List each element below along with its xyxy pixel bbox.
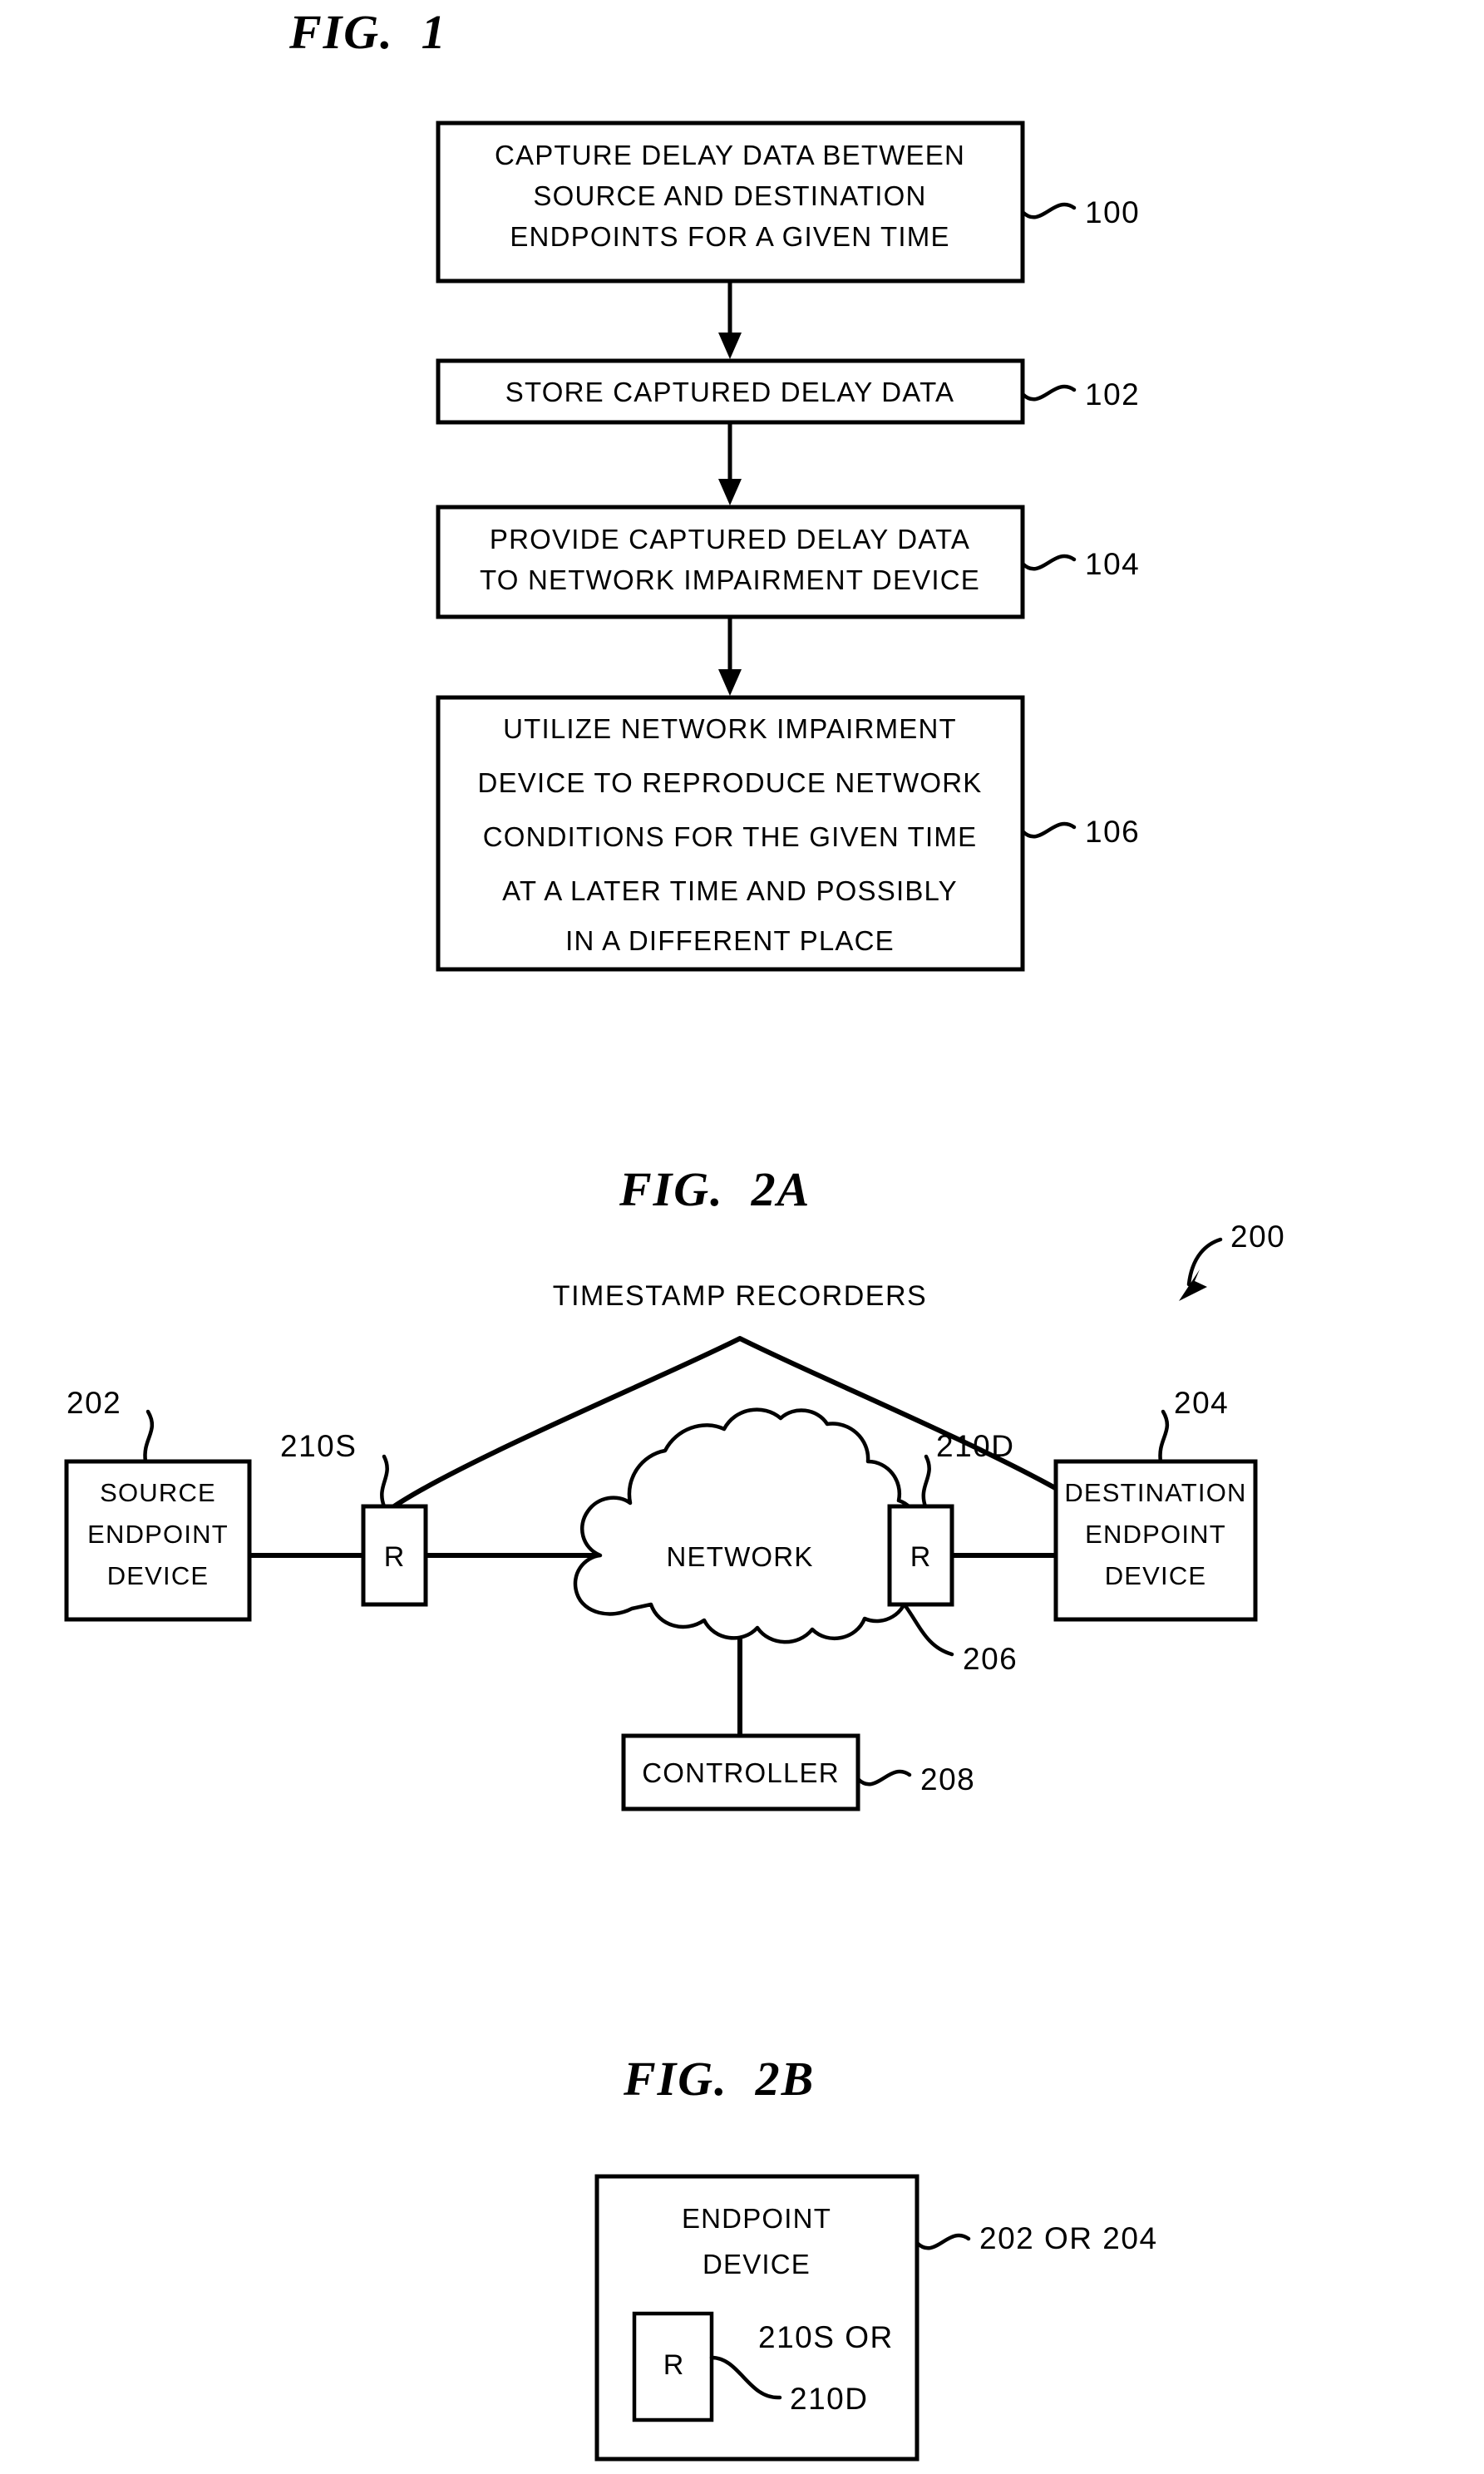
figures-svg: FIG. 1 CAPTURE DELAY DATA BETWEEN SOURCE… [64,5,1285,2462]
fig1-step-106-line-5: IN A DIFFERENT PLACE [565,925,895,956]
fig2a-controller-label: CONTROLLER [642,1757,840,1788]
fig2a-ref-202: 202 [67,1386,121,1420]
fig2a-ref-208: 208 [920,1762,975,1796]
fig2a-leader-200 [1186,1237,1223,1287]
patent-drawing-sheet: FIG. 1 CAPTURE DELAY DATA BETWEEN SOURCE… [0,0,1484,2474]
fig1-step-104-line-1: PROVIDE CAPTURED DELAY DATA [490,524,970,554]
fig2b-endpoint-line-2: DEVICE [703,2249,811,2279]
fig1-step-106-line-4: AT A LATER TIME AND POSSIBLY [502,875,958,906]
fig2b-leader-outer [915,2233,971,2250]
fig1-leader-102 [1020,384,1077,402]
fig2a-network-label: NETWORK [666,1541,813,1572]
fig1-ref-104: 104 [1085,547,1140,581]
fig1-step-100-line-3: ENDPOINTS FOR A GIVEN TIME [510,221,949,252]
fig2b-title: FIG. 2B [623,2052,815,2106]
fig2a-ref-210S: 210S [280,1429,357,1463]
fig1-step-106-line-1: UTILIZE NETWORK IMPAIRMENT [503,713,957,744]
fig2a-leader-210S [380,1454,389,1509]
fig2a-title: FIG. 2A [619,1162,811,1216]
fig2a-leader-204 [1158,1409,1170,1464]
fig1-ref-106: 106 [1085,815,1140,849]
fig1-arrow-100-102-head [718,333,742,359]
fig2a-ref-210D: 210D [936,1429,1014,1463]
fig2a-source-endpoint-line-3: DEVICE [107,1561,210,1590]
fig2a-destination-endpoint-line-2: ENDPOINT [1085,1520,1226,1549]
fig2a-ref-206: 206 [963,1642,1018,1676]
fig2a-source-endpoint-line-1: SOURCE [100,1478,216,1507]
figure-2b: FIG. 2B ENDPOINT DEVICE 202 OR 204 R 210… [594,2052,1158,2462]
fig1-leader-100 [1020,202,1077,219]
fig1-ref-100: 100 [1085,195,1140,229]
fig2a-source-endpoint-line-2: ENDPOINT [87,1520,229,1549]
fig1-leader-104 [1020,554,1077,571]
fig2a-destination-endpoint-line-1: DESTINATION [1064,1478,1246,1507]
fig1-step-106-line-2: DEVICE TO REPRODUCE NETWORK [478,767,983,798]
fig1-step-104-line-2: TO NETWORK IMPAIRMENT DEVICE [480,564,980,595]
fig2b-endpoint-line-1: ENDPOINT [682,2203,831,2234]
fig1-step-100-line-1: CAPTURE DELAY DATA BETWEEN [495,140,965,170]
fig1-ref-102: 102 [1085,377,1140,412]
fig2a-ref-204: 204 [1174,1386,1229,1420]
fig2a-destination-endpoint-line-3: DEVICE [1105,1561,1207,1590]
fig1-step-106-line-3: CONDITIONS FOR THE GIVEN TIME [483,821,978,852]
fig2a-destination-recorder-label: R [910,1541,931,1573]
fig2a-leader-210D [921,1454,931,1509]
fig2a-leader-208 [855,1769,912,1787]
fig1-step-100-line-2: SOURCE AND DESTINATION [533,180,926,211]
fig2a-source-recorder-label: R [384,1541,405,1573]
fig2b-recorder-label: R [663,2349,684,2381]
fig1-arrow-102-104-head [718,479,742,505]
fig2a-network-cloud [573,1407,924,1644]
fig2b-ref-outer: 202 OR 204 [979,2221,1158,2255]
figure-2a: FIG. 2A 200 TIMESTAMP RECORDERS NETWORK … [64,1162,1285,1811]
fig2a-leader-202 [143,1409,155,1464]
figure-1: FIG. 1 CAPTURE DELAY DATA BETWEEN SOURCE… [288,5,1140,972]
fig2b-ref-inner-line-2: 210D [790,2382,868,2416]
fig2a-bracket-caption: TIMESTAMP RECORDERS [553,1280,927,1312]
fig1-leader-106 [1020,821,1077,839]
fig2b-ref-inner-line-1: 210S OR [758,2320,894,2354]
fig2a-ref-200: 200 [1230,1220,1285,1254]
fig2a-arrowhead-200 [1179,1269,1207,1301]
fig1-title: FIG. 1 [288,5,447,59]
fig1-arrow-104-106-head [718,669,742,696]
fig1-step-102-line-1: STORE CAPTURED DELAY DATA [505,377,954,407]
